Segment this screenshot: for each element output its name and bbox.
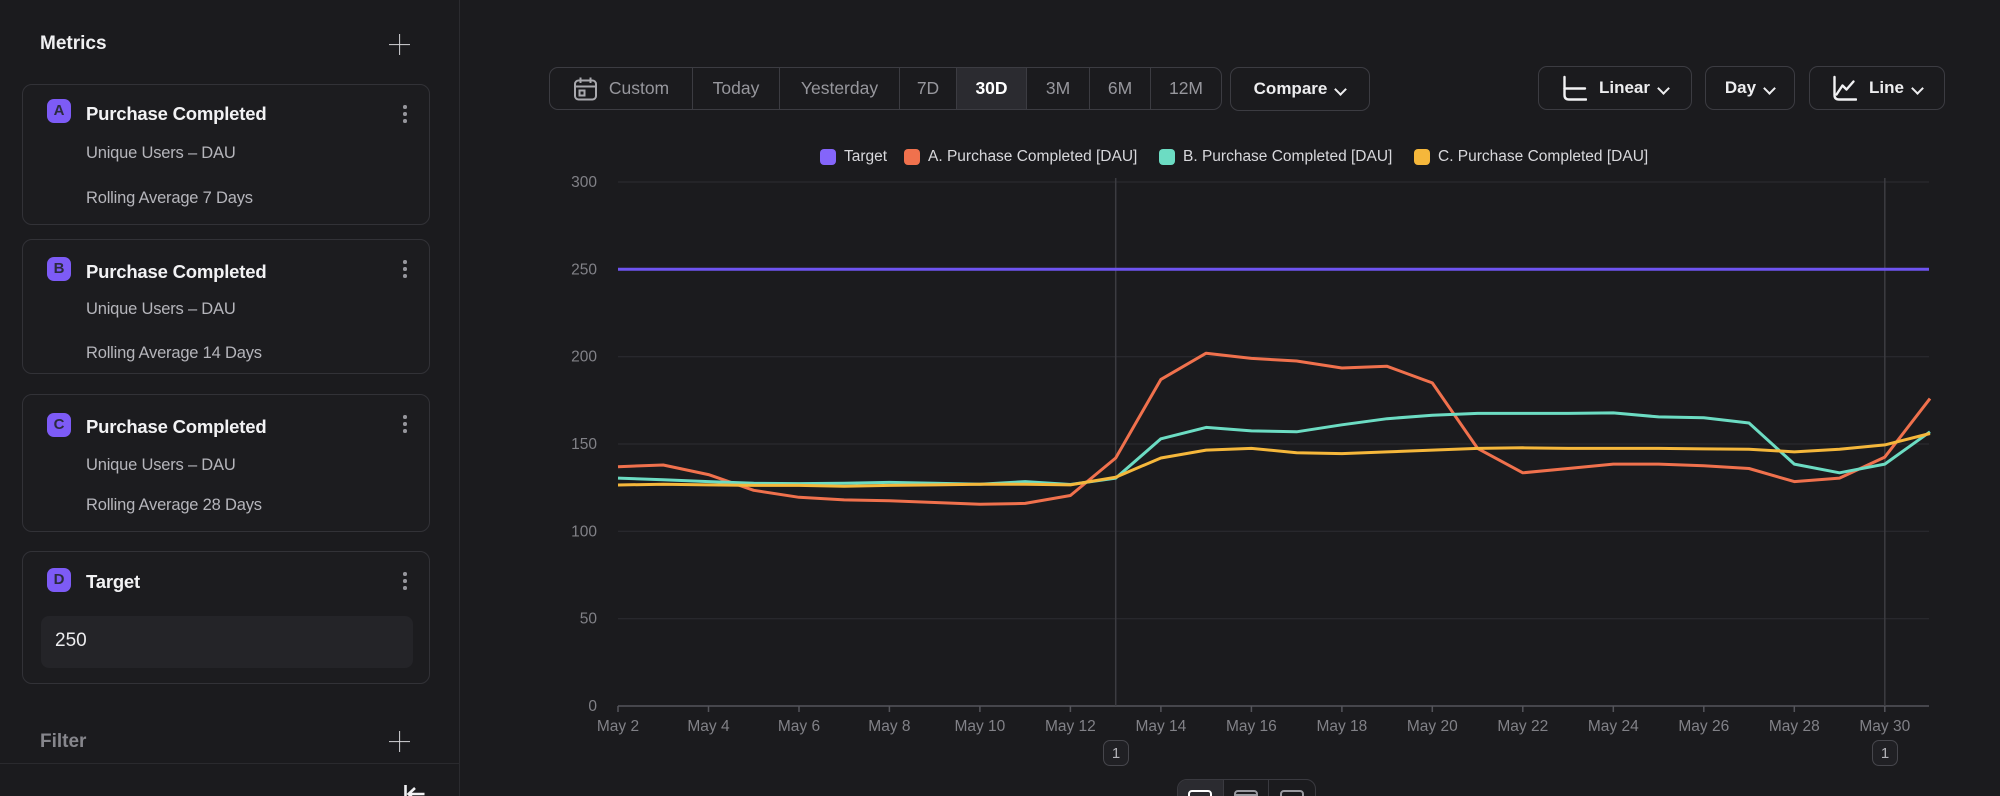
svg-text:150: 150 <box>571 436 597 453</box>
svg-text:May 16: May 16 <box>1226 718 1277 735</box>
svg-text:May 14: May 14 <box>1135 718 1186 735</box>
svg-text:May 2: May 2 <box>597 718 639 735</box>
svg-text:May 20: May 20 <box>1407 718 1458 735</box>
svg-text:May 18: May 18 <box>1316 718 1367 735</box>
svg-text:May 28: May 28 <box>1769 718 1820 735</box>
svg-text:100: 100 <box>571 523 597 540</box>
svg-text:May 12: May 12 <box>1045 718 1096 735</box>
svg-text:May 30: May 30 <box>1859 718 1910 735</box>
svg-text:50: 50 <box>580 611 598 628</box>
svg-text:May 4: May 4 <box>687 718 730 735</box>
svg-text:May 24: May 24 <box>1588 718 1639 735</box>
svg-text:300: 300 <box>571 174 597 191</box>
svg-text:250: 250 <box>571 261 597 278</box>
svg-text:May 8: May 8 <box>868 718 910 735</box>
svg-text:200: 200 <box>571 349 597 366</box>
svg-text:May 10: May 10 <box>954 718 1005 735</box>
svg-text:May 6: May 6 <box>778 718 820 735</box>
svg-text:May 22: May 22 <box>1497 718 1548 735</box>
svg-text:0: 0 <box>588 698 597 715</box>
svg-text:May 26: May 26 <box>1678 718 1729 735</box>
